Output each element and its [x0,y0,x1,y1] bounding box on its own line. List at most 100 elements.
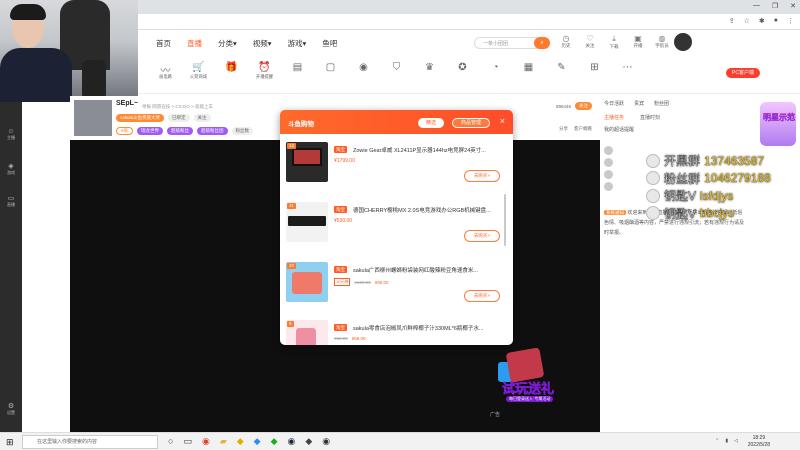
pc-client-button[interactable]: PC客户端 [726,68,760,78]
sidebar-item[interactable]: ◈ 游戏 [2,162,20,176]
steam-icon[interactable]: ◉ [288,436,296,447]
tag-chip[interactable]: 关注 [193,114,211,122]
tab-fans[interactable]: 粉丝团 [654,100,669,107]
tag-chip[interactable]: sakula斗鱼贵族大奖 [116,114,165,122]
tool-item[interactable]: ◔ [482,62,509,80]
tool-item[interactable]: ♛ [416,62,443,80]
follow-button[interactable]: 关注 [575,102,592,110]
tab-live-moment[interactable]: 直播时刻 [640,114,660,121]
profile-icon[interactable]: ● [774,17,778,25]
tool-item[interactable]: 🎁 [218,62,245,80]
windows-start-icon[interactable]: ⊞ [6,437,14,448]
sidebar-item[interactable]: ⚙ 设置 [2,402,20,416]
chrome-icon[interactable]: ◉ [202,436,210,447]
source-tag: 淘宝 [334,146,347,153]
app-icon[interactable]: ◆ [237,436,244,447]
volume-icon[interactable]: ◁ [734,438,738,444]
manage-button[interactable]: 商品管理 [452,118,491,128]
app-icon[interactable]: ◉ [322,436,330,447]
sidebar-item[interactable]: ▭ 直播 [2,194,20,208]
bulb-icon: ◍ [658,34,666,43]
promo-banner[interactable]: 试玩送礼 每日登录送入·专属活动 [488,344,574,408]
price-row: ¥68.00 ¥58.00 [334,336,366,341]
taskbar-search[interactable]: 在这里输入你要搜索的内容 [22,435,158,449]
close-icon[interactable]: × [500,116,505,126]
buy-button[interactable]: 去购买> [464,290,500,302]
tool-item[interactable]: ✎ [548,62,575,80]
taskbar-clock[interactable]: 18:29 2022/5/28 [748,435,770,449]
product-title[interactable]: sakula零食店泡椒凤爪鲜榨椰子汁330ML*6瓶椰子水... [353,324,501,332]
streamer-avatar[interactable] [74,100,112,136]
fan-chip[interactable]: 粉丝数 [231,127,254,135]
tab-anchor-task[interactable]: 主播任务 [604,114,624,121]
fan-chip[interactable]: 瑞龙世界 [137,127,164,135]
product-title[interactable]: sakula广西柳州螺蛳粉袋装网红酸辣粉豆角速食米... [353,266,501,274]
maximize-icon[interactable]: ❐ [772,2,778,10]
share-icon[interactable]: ⇪ [729,17,735,25]
avatar [604,169,613,179]
avatar [604,181,613,191]
nav-video[interactable]: 视频▾ [253,38,272,49]
minimize-icon[interactable]: — [753,2,760,10]
search-icon[interactable]: ⌕ [534,37,550,49]
download-button[interactable]: ⤓ 下载 [606,34,622,50]
star-icon[interactable]: ☆ [744,17,750,25]
network-icon[interactable]: ▮ [725,438,728,444]
history-button[interactable]: ◷ 历史 [558,34,574,50]
hot-button[interactable]: 精选 [418,118,445,128]
level-chip[interactable]: 6级 [116,127,134,135]
tool-item[interactable]: 🛒 火箭商城 [185,62,212,80]
client-watch-button[interactable]: 客户端看 [574,126,592,132]
taskbar-apps: ○ ▭ ◉ ▰ ◆ ◆ ◆ ◉ ◆ ◉ [168,436,330,447]
person-hair [10,4,46,20]
tool-item[interactable]: ▤ [284,62,311,80]
nav-category[interactable]: 分类▾ [218,38,237,49]
product-title[interactable]: 德国CHERRY樱桃MX 2.0S电竞游戏办公RGB机械键盘... [353,206,501,214]
share-button[interactable]: 分享 [559,126,568,132]
fan-chip[interactable]: 超级粉丝 [167,127,194,135]
extension-icon[interactable]: ✱ [759,17,765,25]
tab-vip[interactable]: 贵宾 [634,100,644,107]
nav-game[interactable]: 游戏▾ [288,38,307,49]
go-live-button[interactable]: ▣ 开播 [630,34,646,50]
tag-chip[interactable]: 已绑定 [168,114,190,122]
sale-price: ¥90.00 [374,279,389,285]
app-icon[interactable]: ◆ [271,436,278,447]
scrollbar[interactable] [504,194,506,246]
nav-live[interactable]: 直播 [187,38,202,49]
tool-item[interactable]: 〰画电路 [152,62,179,80]
tool-item[interactable]: ✪ [449,62,476,80]
taskview-icon[interactable]: ▭ [183,436,192,447]
app-icon[interactable]: ◆ [254,436,261,447]
floating-badge[interactable]: 明星示范 [760,102,796,146]
tool-item[interactable]: ⛉ [383,62,410,80]
chevron-up-icon[interactable]: ⌃ [715,438,719,444]
tool-item[interactable]: ⏰ 开播提醒 [251,62,278,80]
nav-yuba[interactable]: 鱼吧 [322,38,337,49]
tool-item[interactable]: ⊞ [581,62,608,80]
modal-logo: 斗鱼购物 [288,121,314,128]
tool-item[interactable]: ▢ [317,62,344,80]
follow-button[interactable]: ♡ 关注 [582,34,598,50]
close-icon[interactable]: ✕ [790,2,796,10]
menu-icon[interactable]: ⋮ [787,17,794,25]
tool-item[interactable]: ◉ [350,62,377,80]
rank-tabs: 今日活跃 贵宾 粉丝团 [604,100,669,107]
tool-item[interactable]: ⋯ [614,62,641,80]
product-title[interactable]: Zowie Gear卓威 XL2411P显示器144hz电竞屏24英寸... [353,146,501,154]
nav-home[interactable]: 首页 [156,38,171,49]
main-nav: 首页 直播 分类▾ 视频▾ 游戏▾ 鱼吧 [156,38,337,49]
buy-button[interactable]: 去购买> [464,230,500,242]
folder-icon[interactable]: ▰ [220,436,227,447]
sidebar-item[interactable]: ☺ 主播 [2,128,20,141]
astronaut-button[interactable]: ◍ 宇航员 [654,34,670,50]
app-icon[interactable]: ◆ [305,436,312,447]
tab-active[interactable]: 今日活跃 [604,100,624,107]
game-icon: ◈ [8,163,14,170]
user-avatar[interactable] [674,33,692,51]
fan-chip[interactable]: 超级粉丝团 [197,127,228,135]
search-input[interactable]: 一条小团团 [474,37,542,49]
task-view-icon[interactable]: ○ [168,436,173,447]
buy-button[interactable]: 去购买> [464,170,500,182]
tool-item[interactable]: ▦ [515,62,542,80]
